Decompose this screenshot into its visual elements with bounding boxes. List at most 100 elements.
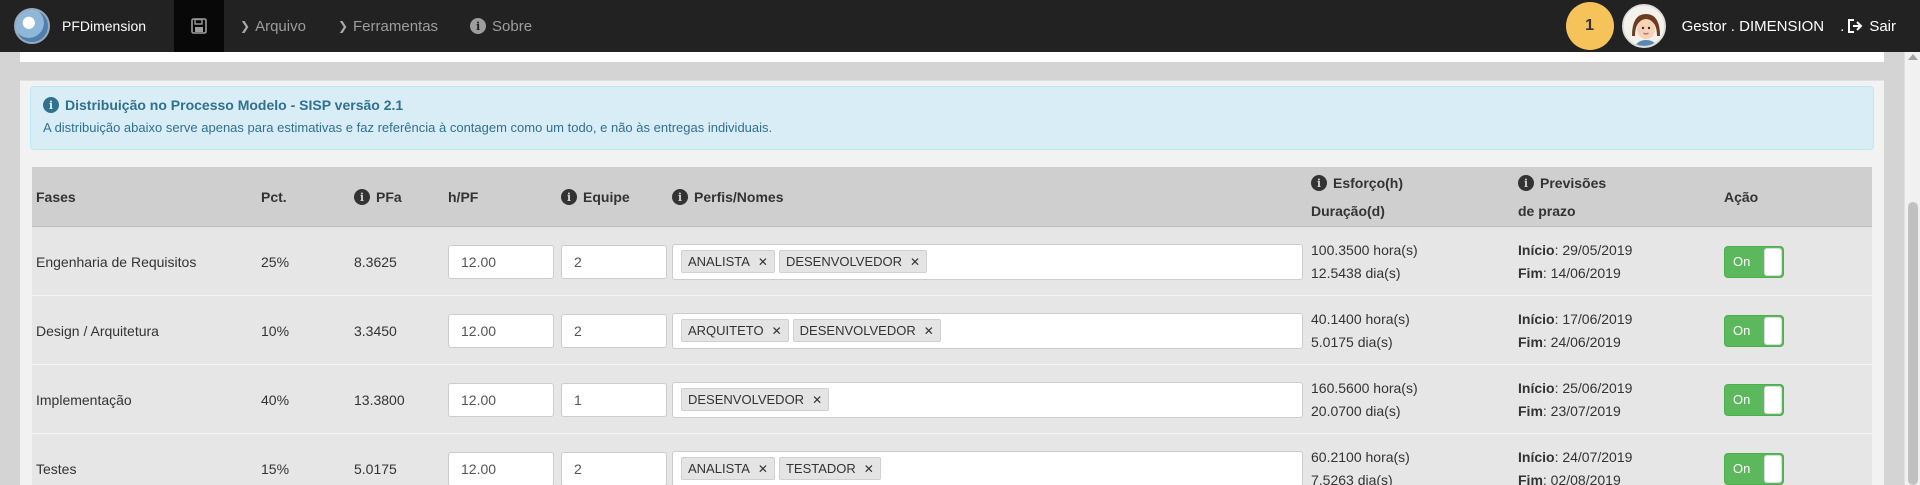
avatar[interactable] (1621, 4, 1666, 48)
cell-equipe: 2 (561, 296, 667, 365)
perfis-tags-input[interactable]: ANALISTA ✕ TESTADOR ✕ (672, 450, 1303, 485)
esforco-value: 60.2100 hora(s) (1311, 448, 1410, 465)
fim-label: Fim (1518, 471, 1543, 485)
fim-line: Fim: 02/08/2019 (1518, 472, 1632, 485)
hpf-input[interactable]: 12.00 (448, 244, 554, 279)
inicio-value: : 24/07/2019 (1554, 448, 1633, 465)
hpf-input[interactable]: 12.00 (448, 313, 554, 348)
cell-perfis: ANALISTA ✕ DESENVOLVEDOR ✕ (672, 227, 1303, 296)
header-hpf: h/PF (448, 189, 479, 205)
remove-tag-icon[interactable]: ✕ (924, 324, 934, 338)
info-circle-icon: i (354, 189, 370, 205)
duracao-value: 12.5438 dia(s) (1311, 264, 1401, 281)
profile-tag: ANALISTA ✕ (681, 250, 775, 273)
cell-pfa: 13.3800 (354, 391, 405, 408)
header-duracao-label: Duração(d) (1311, 203, 1385, 219)
logout-button[interactable]: . Sair (1840, 18, 1896, 35)
top-panel-strip (20, 52, 1884, 62)
inicio-label: Início (1518, 379, 1555, 396)
toggle-knob (1764, 454, 1782, 483)
page-scrollbar[interactable] (1904, 52, 1920, 485)
tag-label: ANALISTA (688, 461, 750, 476)
alert-title: Distribuição no Processo Modelo - SISP v… (65, 97, 404, 113)
scroll-up-arrow-icon[interactable] (1908, 54, 1918, 60)
cell-pct: 25% (261, 253, 290, 270)
distribution-table: Fases Pct. i PFa h/PF i Equipe i Perfis/… (32, 167, 1872, 485)
header-perfis-label: Perfis/Nomes (694, 189, 784, 205)
profile-tag: ARQUITETO ✕ (681, 319, 789, 342)
table-row: Engenharia de Requisitos 25% 8.3625 12.0… (32, 227, 1872, 296)
header-pfa: i PFa (354, 167, 402, 227)
info-circle-icon: i (470, 18, 487, 34)
perfis-tags-input[interactable]: DESENVOLVEDOR ✕ (672, 381, 1303, 418)
header-esforco-line1: i Esforço(h) (1311, 175, 1403, 191)
cell-esforco: 60.2100 hora(s) 7.5263 dia(s) (1311, 434, 1410, 485)
hpf-input[interactable]: 12.00 (448, 382, 554, 417)
perfis-tags-input[interactable]: ANALISTA ✕ DESENVOLVEDOR ✕ (672, 243, 1303, 280)
profile-tag: ANALISTA ✕ (681, 457, 775, 480)
header-pfa-label: PFa (376, 189, 402, 205)
fim-label: Fim (1518, 333, 1543, 350)
cell-perfis: ARQUITETO ✕ DESENVOLVEDOR ✕ (672, 296, 1303, 365)
toggle-label: On (1733, 392, 1751, 407)
save-button[interactable] (174, 0, 225, 52)
equipe-input[interactable]: 1 (561, 382, 667, 417)
toggle-knob (1764, 316, 1782, 345)
menu-ferramentas-label: Ferramentas (353, 17, 439, 35)
profile-tag: TESTADOR ✕ (778, 457, 881, 480)
logout-label: Sair (1869, 17, 1896, 35)
cell-acao: On (1724, 227, 1784, 296)
remove-tag-icon[interactable]: ✕ (758, 462, 768, 476)
brand-name: PFDimension (62, 18, 147, 34)
table-row: Design / Arquitetura 10% 3.3450 12.00 2 … (32, 296, 1872, 365)
equipe-input[interactable]: 2 (561, 451, 667, 485)
tag-label: DESENVOLVEDOR (688, 392, 805, 407)
floppy-disk-icon (191, 18, 207, 34)
remove-tag-icon[interactable]: ✕ (772, 324, 782, 338)
remove-tag-icon[interactable]: ✕ (864, 462, 874, 476)
cell-fase: Implementação (36, 391, 132, 408)
remove-tag-icon[interactable]: ✕ (812, 393, 822, 407)
remove-tag-icon[interactable]: ✕ (758, 255, 768, 269)
toggle-label: On (1733, 323, 1751, 338)
fim-value: : 14/06/2019 (1542, 264, 1621, 281)
cell-previsoes: Início: 24/07/2019 Fim: 02/08/2019 (1518, 434, 1632, 485)
phase-toggle[interactable]: On (1724, 245, 1784, 278)
user-name[interactable]: Gestor . DIMENSION (1682, 18, 1825, 35)
cell-perfis: ANALISTA ✕ TESTADOR ✕ (672, 434, 1303, 485)
header-equipe: i Equipe (561, 167, 630, 227)
cell-pct: 40% (261, 391, 290, 408)
cell-acao: On (1724, 296, 1784, 365)
remove-tag-icon[interactable]: ✕ (910, 255, 920, 269)
menu-arquivo[interactable]: ❯ Arquivo (224, 0, 322, 52)
equipe-input[interactable]: 2 (561, 244, 667, 279)
menu-sobre-label: Sobre (492, 17, 533, 35)
cell-hpf: 12.00 (448, 296, 554, 365)
hpf-input[interactable]: 12.00 (448, 451, 554, 485)
notification-badge[interactable]: 1 (1565, 2, 1614, 50)
perfis-tags-input[interactable]: ARQUITETO ✕ DESENVOLVEDOR ✕ (672, 312, 1303, 349)
phase-toggle[interactable]: On (1724, 452, 1784, 485)
toggle-knob (1764, 385, 1782, 414)
user-avatar-icon (1623, 6, 1664, 46)
alert-title-row: i Distribuição no Processo Modelo - SISP… (43, 97, 1861, 113)
phase-toggle[interactable]: On (1724, 314, 1784, 347)
chevron-down-icon: ❯ (337, 19, 349, 33)
inicio-value: : 17/06/2019 (1554, 310, 1633, 327)
fim-value: : 02/08/2019 (1542, 471, 1621, 485)
equipe-input[interactable]: 2 (561, 313, 667, 348)
inicio-label: Início (1518, 310, 1555, 327)
cell-previsoes: Início: 17/06/2019 Fim: 24/06/2019 (1518, 296, 1632, 365)
cell-equipe: 2 (561, 434, 667, 485)
header-previsoes-label: Previsões (1540, 175, 1607, 191)
header-previsoes: i Previsões de prazo (1518, 175, 1606, 219)
fim-label: Fim (1518, 264, 1543, 281)
info-circle-icon: i (43, 97, 59, 113)
inicio-line: Início: 24/07/2019 (1518, 449, 1632, 466)
brand[interactable]: PFDimension (0, 0, 160, 52)
menu-sobre[interactable]: i Sobre (454, 0, 548, 52)
header-equipe-label: Equipe (583, 189, 630, 205)
phase-toggle[interactable]: On (1724, 383, 1784, 416)
scrollbar-thumb[interactable] (1908, 202, 1918, 485)
menu-ferramentas[interactable]: ❯ Ferramentas (322, 0, 454, 52)
